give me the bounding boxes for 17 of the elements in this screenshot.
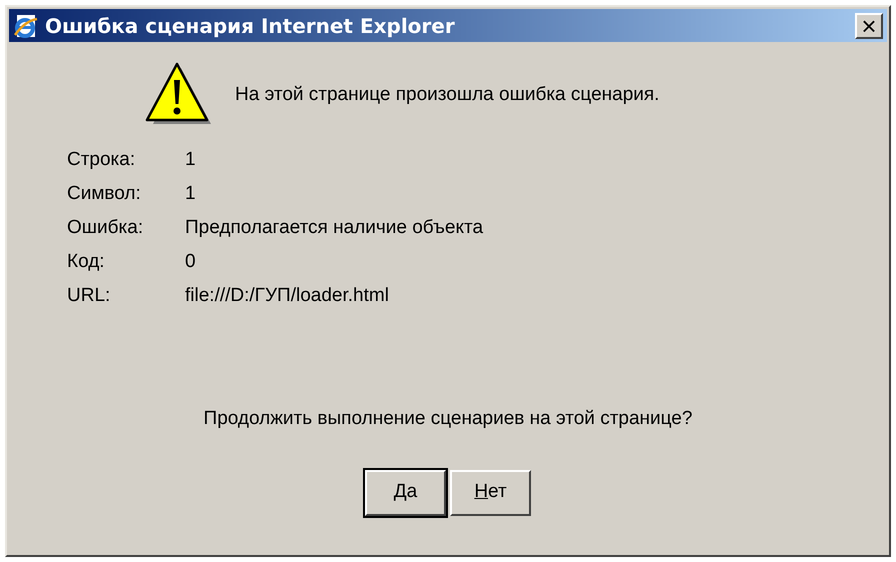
detail-label: Строка: [67,148,136,171]
error-message: На этой странице произошла ошибка сценария. [235,82,660,107]
detail-value: 0 [185,250,196,273]
continue-question: Продолжить выполнение сценариев на этой странице? [204,407,692,431]
close-button[interactable]: × [855,12,883,38]
detail-value: 1 [185,148,196,171]
detail-label: Символ: [67,182,141,205]
detail-label: URL: [67,284,110,307]
detail-value: Предполагается наличие объекта [185,216,484,239]
browser-logo-icon [13,12,39,38]
dialog-button[interactable]: Нет [450,470,531,516]
detail-value: 1 [185,182,196,205]
detail-value: file:///D:/ГУП/loader.html [185,284,389,307]
window-title: Ошибка сценария Internet Explorer [45,12,456,40]
detail-label: Ошибка: [67,216,144,239]
dialog-button[interactable]: Да [365,470,446,516]
detail-label: Код: [67,250,105,273]
